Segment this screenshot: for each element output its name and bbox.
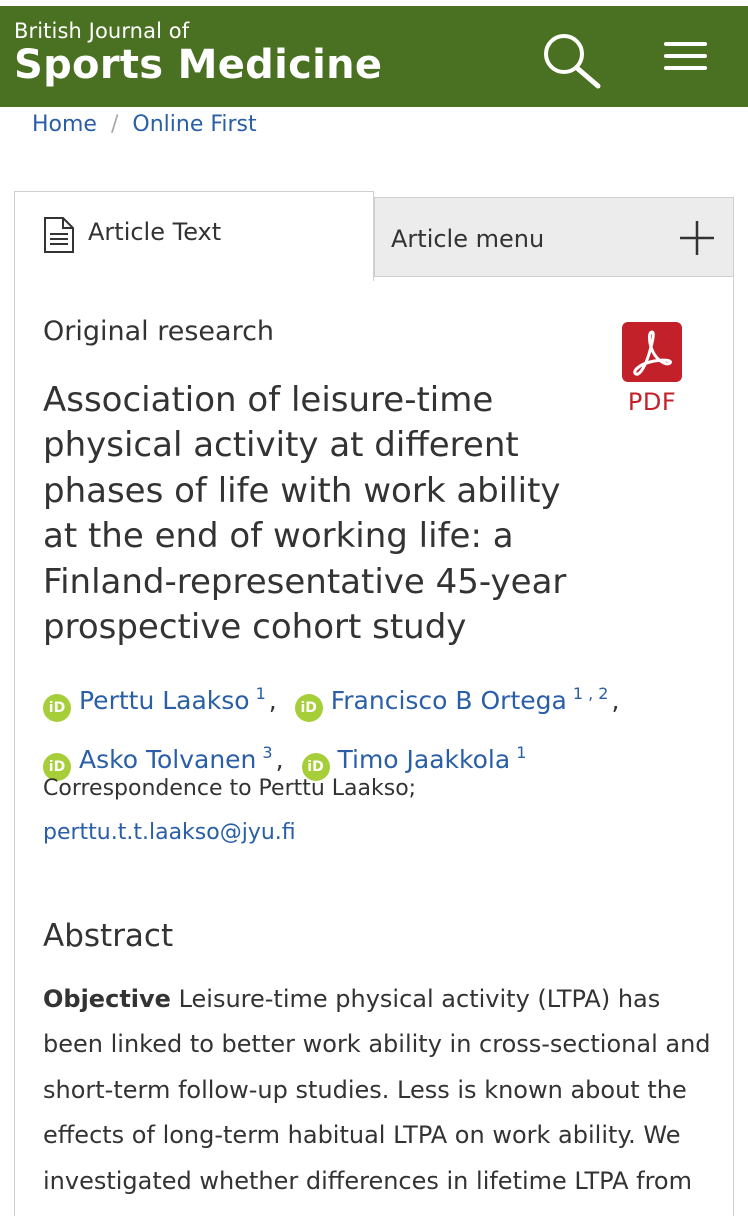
objective-text: Leisure-time physical activity (LTPA) ha… (43, 985, 711, 1195)
journal-name-small: British Journal of (14, 19, 190, 43)
pdf-label: PDF (627, 388, 677, 416)
author-name[interactable]: Asko Tolvanen (79, 745, 256, 774)
journal-name-big: Sports Medicine (14, 42, 383, 88)
objective-label: Objective (43, 985, 171, 1013)
breadcrumb-home[interactable]: Home (32, 112, 97, 137)
author-affiliation[interactable]: 1 (516, 743, 526, 762)
site-header: British Journal of Sports Medicine (0, 6, 748, 107)
orcid-icon[interactable]: iD (294, 694, 323, 722)
search-icon (544, 34, 601, 89)
hamburger-menu-button[interactable] (664, 42, 714, 82)
author-name[interactable]: Francisco B Ortega (331, 686, 567, 715)
author-separator: , (611, 686, 620, 715)
menu-bar (664, 42, 707, 46)
correspondence-text: Correspondence to Perttu Laakso; (43, 776, 417, 801)
author-affiliation[interactable]: 3 (262, 743, 272, 762)
correspondence-email-link[interactable]: perttu.t.t.laakso@jyu.fi (43, 820, 296, 845)
tab-article-text-label: Article Text (88, 218, 222, 246)
breadcrumb-separator: / (110, 112, 119, 137)
pdf-download-button[interactable]: PDF (620, 322, 684, 416)
menu-bar (664, 54, 707, 58)
author-name[interactable]: Timo Jaakkola (338, 745, 511, 774)
author-affiliation[interactable]: 1 (256, 684, 266, 703)
breadcrumb-online-first[interactable]: Online First (132, 112, 256, 137)
article-type: Original research (43, 316, 275, 347)
author-item[interactable]: iD Asko Tolvanen 3 (43, 743, 273, 781)
tab-article-menu-label: Article menu (391, 225, 545, 253)
abstract-objective: Objective Leisure-time physical activity… (43, 977, 713, 1204)
author-item[interactable]: iD Timo Jaakkola 1 (301, 743, 526, 781)
journal-logo[interactable]: British Journal of Sports Medicine (14, 18, 382, 86)
tab-article-text[interactable]: Article Text (14, 191, 374, 281)
plus-icon (680, 221, 714, 255)
orcid-icon[interactable]: iD (43, 694, 71, 722)
breadcrumb: Home / Online First (32, 112, 257, 137)
document-icon (44, 217, 74, 253)
abstract-heading: Abstract (43, 918, 174, 954)
author-separator: , (268, 686, 277, 715)
author-list: iD Perttu Laakso 1, iD Francisco B Ortega 1 … (43, 668, 723, 786)
author-separator: , (275, 745, 284, 774)
author-item[interactable]: iD Perttu Laakso 1 (43, 684, 266, 722)
search-button[interactable] (540, 28, 604, 92)
author-name[interactable]: Perttu Laakso (79, 686, 250, 715)
menu-bar (664, 66, 707, 70)
author-affiliation[interactable]: 1 , 2 (573, 684, 609, 703)
tab-article-menu[interactable]: Article menu (374, 197, 734, 277)
author-item[interactable]: iD Francisco B Ortega 1 , 2 (294, 684, 609, 722)
article-title: Association of leisure-time physical act… (43, 380, 567, 648)
pdf-icon (622, 322, 682, 382)
